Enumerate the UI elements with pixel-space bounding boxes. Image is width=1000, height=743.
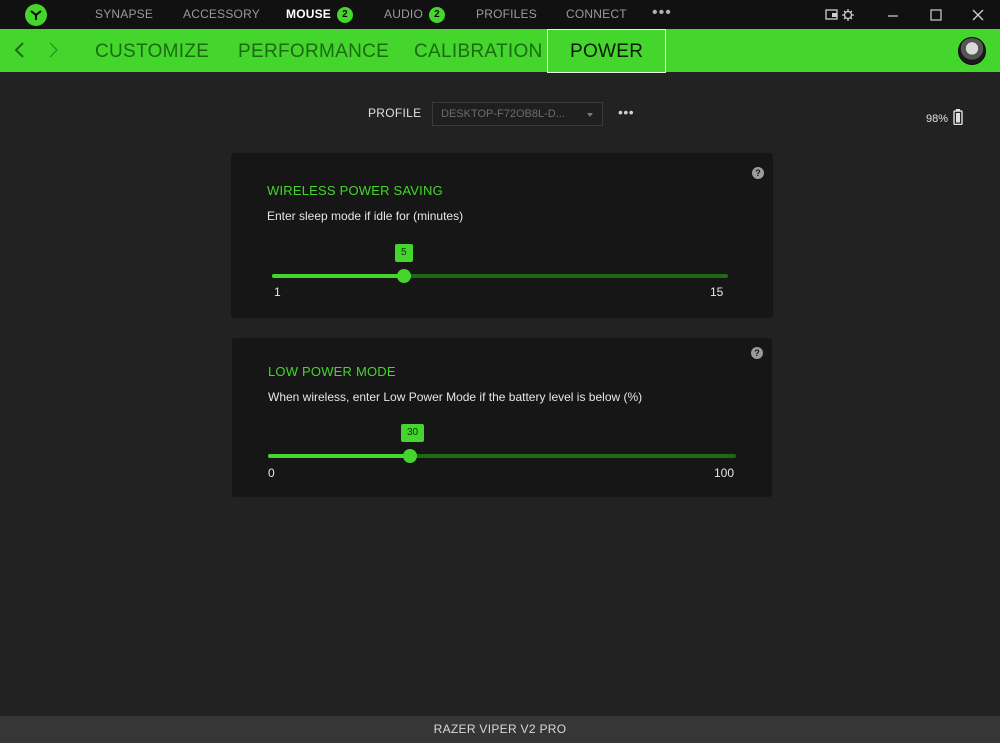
battery-icon xyxy=(953,109,963,126)
wireless-power-saving-title: WIRELESS POWER SAVING xyxy=(267,183,443,198)
low-power-threshold-min: 0 xyxy=(268,466,275,480)
minimize-icon[interactable] xyxy=(884,6,902,24)
user-avatar[interactable] xyxy=(958,37,986,65)
profile-selected-value: DESKTOP-F72OB8L-D... xyxy=(441,108,565,120)
sleep-timer-value-tag: 5 xyxy=(395,244,413,262)
nav-accessory[interactable]: ACCESSORY xyxy=(183,0,260,29)
razer-logo-icon[interactable] xyxy=(25,4,47,26)
low-power-threshold-max: 100 xyxy=(714,466,735,480)
low-power-mode-title: LOW POWER MODE xyxy=(268,364,396,379)
sleep-timer-slider-thumb[interactable] xyxy=(397,269,411,283)
tab-performance[interactable]: PERFORMANCE xyxy=(238,29,389,72)
low-power-threshold-slider-thumb[interactable] xyxy=(403,449,417,463)
sleep-timer-slider[interactable] xyxy=(272,274,728,278)
nav-mouse[interactable]: MOUSE 2 xyxy=(286,0,354,29)
low-power-threshold-slider-fill xyxy=(268,454,410,458)
low-power-threshold-value-tag: 30 xyxy=(401,424,425,442)
battery-level: 98% xyxy=(926,113,949,125)
sub-nav-bar: CUSTOMIZE PERFORMANCE CALIBRATION POWER xyxy=(0,29,1000,73)
forward-arrow-icon[interactable] xyxy=(45,40,61,60)
low-power-mode-description: When wireless, enter Low Power Mode if t… xyxy=(268,390,643,404)
wireless-power-saving-description: Enter sleep mode if idle for (minutes) xyxy=(267,209,464,223)
sleep-timer-max: 15 xyxy=(710,285,724,299)
audio-count-badge: 2 xyxy=(429,7,446,23)
device-name-footer: RAZER VIPER V2 PRO xyxy=(0,716,1000,743)
nav-synapse[interactable]: SYNAPSE xyxy=(95,0,153,29)
nav-profiles[interactable]: PROFILES xyxy=(476,0,537,29)
mouse-count-badge: 2 xyxy=(337,7,354,23)
tab-customize[interactable]: CUSTOMIZE xyxy=(95,29,209,72)
maximize-icon[interactable] xyxy=(927,6,945,24)
wireless-power-saving-card: ? WIRELESS POWER SAVING Enter sleep mode… xyxy=(231,153,773,318)
tab-power[interactable]: POWER xyxy=(547,29,667,73)
sleep-timer-slider-fill xyxy=(272,274,404,278)
low-power-threshold-slider[interactable] xyxy=(268,454,736,458)
profile-more-icon[interactable]: ••• xyxy=(618,104,634,120)
tab-calibration[interactable]: CALIBRATION xyxy=(414,29,543,72)
device-settings-icon[interactable] xyxy=(824,6,858,24)
help-icon[interactable]: ? xyxy=(752,167,764,179)
chevron-down-icon xyxy=(587,113,593,117)
profile-dropdown[interactable]: DESKTOP-F72OB8L-D... xyxy=(432,102,603,126)
more-menu-icon[interactable]: ••• xyxy=(652,0,672,29)
nav-audio[interactable]: AUDIO 2 xyxy=(384,0,446,29)
low-power-mode-card: ? LOW POWER MODE When wireless, enter Lo… xyxy=(232,338,772,497)
close-icon[interactable] xyxy=(969,6,987,24)
back-arrow-icon[interactable] xyxy=(12,40,28,60)
nav-connect[interactable]: CONNECT xyxy=(566,0,627,29)
help-icon[interactable]: ? xyxy=(751,347,763,359)
profile-label: PROFILE xyxy=(368,106,422,120)
title-bar: SYNAPSE ACCESSORY MOUSE 2 AUDIO 2 PROFILES… xyxy=(0,0,1000,29)
sleep-timer-min: 1 xyxy=(274,285,281,299)
